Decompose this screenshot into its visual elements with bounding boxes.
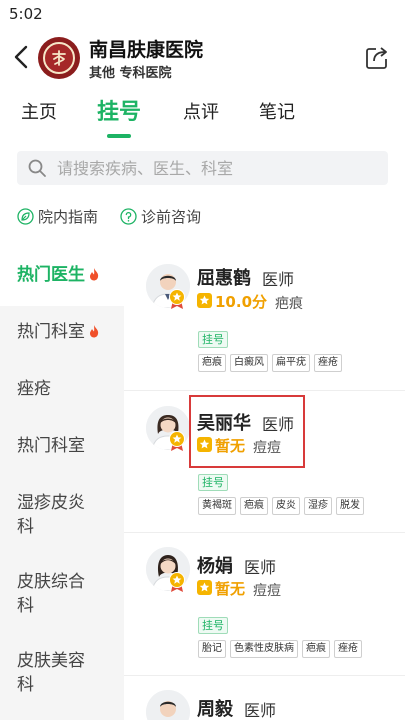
sidebar-item-cosmetic[interactable]: 皮肤美容科 — [0, 649, 100, 697]
award-icon — [169, 289, 185, 309]
quick-links: 院内指南 诊前咨询 — [0, 200, 405, 232]
hospital-guide-link[interactable]: 院内指南 — [17, 206, 98, 226]
doctor-specialty: 疤痕 — [275, 296, 303, 312]
tag: 痤疮 — [314, 354, 342, 372]
sidebar-item-hot-doctors[interactable]: 热门医生 — [0, 244, 124, 306]
sidebar-item-skin-general[interactable]: 皮肤综合科 — [0, 570, 100, 618]
tag: 疤痕 — [198, 354, 226, 372]
back-button[interactable] — [10, 42, 34, 72]
sidebar-item-hot-departments-2[interactable]: 热门科室 — [0, 434, 124, 458]
status-time: 5:02 — [9, 5, 43, 23]
hospital-name: 南昌肤康医院 — [89, 39, 204, 61]
category-sidebar: 热门医生 热门科室 痤疮 热门科室 湿疹皮炎科 皮肤综合科 皮肤美容科 — [0, 244, 124, 720]
tab-reviews[interactable]: 点评 — [183, 98, 219, 124]
pre-consult-label: 诊前咨询 — [141, 207, 202, 226]
doctor-list: 屈惠鹤 医师 10.0分 疤痕 挂号 疤痕 白癜风 扁平疣 痤疮 吴丽华 医师 … — [124, 244, 405, 720]
registration-badge: 挂号 — [198, 331, 228, 348]
fire-icon — [90, 325, 99, 338]
tab-notes[interactable]: 笔记 — [259, 98, 295, 124]
tag: 白癜风 — [230, 354, 268, 372]
doctor-title: 医师 — [244, 701, 277, 720]
hospital-subtitle: 其他 专科医院 — [89, 66, 172, 81]
tag: 脱发 — [336, 497, 364, 515]
rating-icon — [197, 293, 212, 308]
leaf-icon — [17, 207, 34, 225]
tag: 疤痕 — [240, 497, 268, 515]
rating-icon — [197, 580, 212, 595]
tag: 黄褐斑 — [198, 497, 236, 515]
highlight-box — [189, 395, 305, 468]
doctor-rating: 暂无 — [215, 580, 246, 598]
question-circle-icon — [120, 207, 137, 225]
header: 南昌肤康医院 其他 专科医院 — [0, 28, 405, 88]
search-input[interactable] — [57, 157, 377, 179]
status-bar: 5:02 — [0, 0, 405, 28]
doctor-card[interactable]: 周毅 医师 — [124, 676, 405, 720]
doctor-title: 医师 — [244, 558, 277, 577]
fire-icon — [90, 268, 99, 281]
tab-home[interactable]: 主页 — [21, 98, 57, 124]
tag: 疤痕 — [302, 640, 330, 658]
award-icon — [169, 431, 185, 451]
doctor-tags: 黄褐斑 疤痕 皮炎 湿疹 脱发 — [198, 497, 364, 515]
hospital-logo — [38, 37, 80, 79]
doctor-name: 周毅 — [197, 699, 233, 720]
tag: 色素性皮肤病 — [230, 640, 298, 658]
pre-consult-link[interactable]: 诊前咨询 — [120, 206, 201, 226]
tag: 胎记 — [198, 640, 226, 658]
search-icon — [28, 159, 46, 177]
tag: 湿疹 — [304, 497, 332, 515]
search-bar[interactable] — [17, 151, 388, 185]
avatar — [146, 690, 190, 720]
doctor-specialty: 痘痘 — [253, 583, 281, 599]
doctor-tags: 疤痕 白癜风 扁平疣 痤疮 — [198, 354, 342, 372]
share-icon — [366, 47, 387, 69]
award-icon — [169, 572, 185, 592]
doctor-name: 屈惠鹤 — [197, 268, 251, 289]
tab-registration[interactable]: 挂号 — [97, 94, 141, 126]
tag: 痤疮 — [334, 640, 362, 658]
tab-bar: 主页 挂号 点评 笔记 — [0, 90, 405, 140]
sidebar-item-eczema[interactable]: 湿疹皮炎科 — [0, 491, 100, 539]
doctor-tags: 胎记 色素性皮肤病 疤痕 痤疮 — [198, 640, 362, 658]
registration-badge: 挂号 — [198, 617, 228, 634]
doctor-title: 医师 — [262, 270, 295, 289]
active-tab-indicator — [107, 134, 131, 138]
registration-badge: 挂号 — [198, 474, 228, 491]
doctor-rating: 10.0分 — [215, 293, 268, 311]
tag: 皮炎 — [272, 497, 300, 515]
sidebar-item-hot-departments[interactable]: 热门科室 — [0, 320, 124, 344]
doctor-card[interactable]: 屈惠鹤 医师 10.0分 疤痕 挂号 疤痕 白癜风 扁平疣 痤疮 — [124, 244, 405, 390]
doctor-card[interactable]: 杨娟 医师 暂无 痘痘 挂号 胎记 色素性皮肤病 疤痕 痤疮 — [124, 533, 405, 675]
hospital-guide-label: 院内指南 — [38, 207, 99, 226]
sidebar-item-acne[interactable]: 痤疮 — [0, 377, 124, 401]
tag: 扁平疣 — [272, 354, 310, 372]
doctor-name: 杨娟 — [197, 556, 233, 577]
chevron-left-icon — [14, 45, 28, 69]
share-button[interactable] — [364, 45, 390, 71]
